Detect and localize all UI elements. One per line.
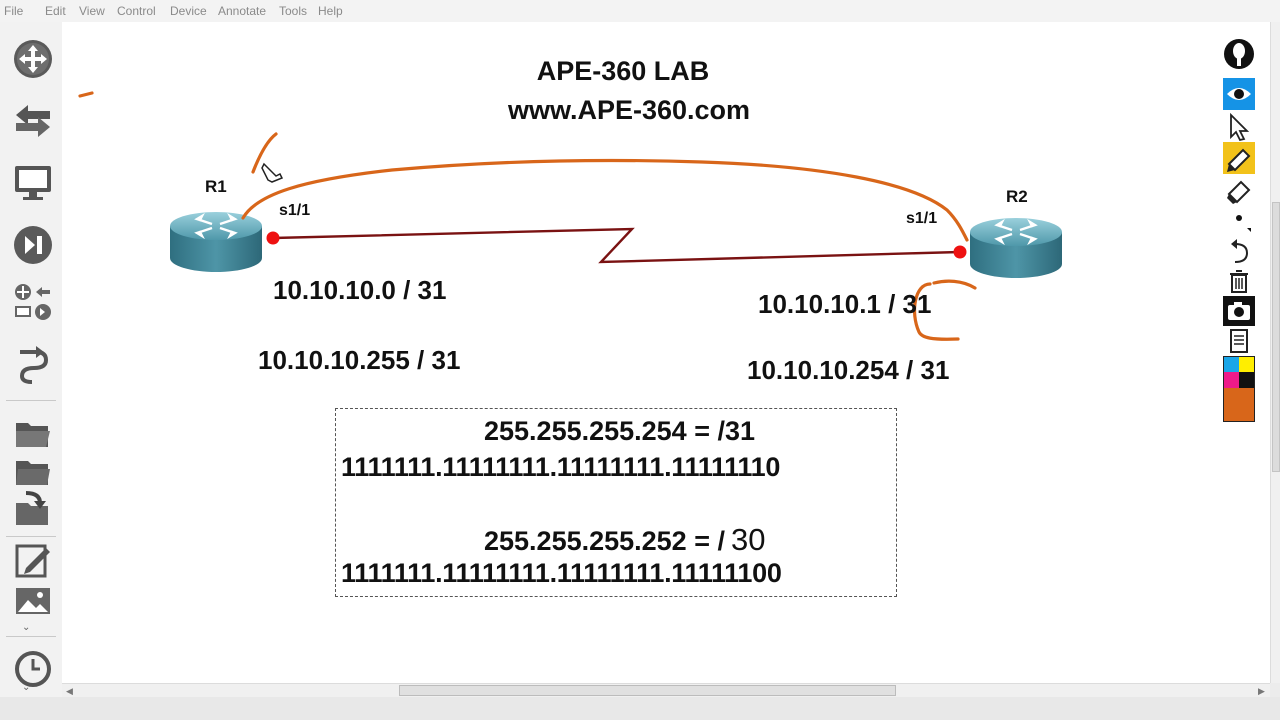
hand-cursor-icon (261, 162, 284, 183)
vertical-scrollbar[interactable] (1270, 22, 1280, 683)
r1-network-address: 10.10.10.0 / 31 (273, 275, 447, 305)
serial-link[interactable] (272, 227, 961, 264)
horizontal-scroll-thumb[interactable] (399, 685, 896, 696)
mask-31-binary: 1111111.11111111.11111111.11111110 (341, 452, 781, 482)
annotation-palette (1223, 36, 1255, 422)
router-r1-icon[interactable] (170, 212, 262, 272)
dot-size-icon[interactable] (1223, 206, 1255, 236)
edit-note-icon[interactable] (12, 540, 54, 582)
left-toolbar: ⌄ ⌄ (0, 22, 63, 700)
trash-icon[interactable] (1223, 266, 1255, 296)
subnet-mask-note[interactable]: 255.255.255.254 = /31 1111111.11111111.1… (335, 408, 897, 597)
mask-30-binary: 1111111.11111111.11111111.11111100 (341, 558, 782, 588)
save-folder-icon[interactable] (12, 489, 54, 531)
color-swatch-icon[interactable] (1223, 356, 1255, 422)
menu-annotate[interactable]: Annotate (218, 4, 266, 18)
monitor-icon[interactable] (12, 162, 54, 204)
r1-interface-label: s1/1 (279, 202, 311, 219)
lab-website: www.APE-360.com (507, 95, 751, 125)
scroll-left-arrow-icon[interactable]: ◀ (66, 686, 73, 697)
undo-icon[interactable] (1223, 236, 1255, 266)
swap-arrows-icon[interactable] (12, 100, 54, 142)
move-arrows-icon[interactable] (12, 38, 54, 80)
chevron-down-icon[interactable]: ⌄ (22, 622, 30, 633)
mask-31-line: 255.255.255.254 = /31 (484, 416, 756, 446)
menu-edit[interactable]: Edit (45, 4, 66, 18)
eye-icon[interactable] (1223, 78, 1255, 110)
menu-control[interactable]: Control (117, 4, 156, 18)
r2-broadcast-address: 10.10.10.254 / 31 (747, 355, 950, 385)
mask-30-line: 255.255.255.252 = /30 (484, 522, 765, 558)
mask-30-prefix: 255.255.255.252 = / (484, 526, 725, 556)
horizontal-scrollbar[interactable]: ◀ ▶ (62, 683, 1270, 697)
clock-icon[interactable] (12, 648, 54, 690)
r2-network-address: 10.10.10.1 / 31 (758, 289, 932, 319)
cursor-icon[interactable] (1223, 110, 1255, 142)
lab-title: APE-360 LAB (536, 56, 710, 86)
picture-icon[interactable] (12, 580, 54, 622)
router-r2-icon[interactable] (970, 218, 1062, 278)
menu-help[interactable]: Help (318, 4, 343, 18)
menu-file[interactable]: File (4, 4, 23, 18)
menu-tools[interactable]: Tools (279, 4, 307, 18)
r1-broadcast-address: 10.10.10.255 / 31 (258, 345, 461, 375)
router-r2-label: R2 (1006, 187, 1028, 206)
scroll-right-arrow-icon[interactable]: ▶ (1258, 686, 1265, 697)
curved-arrow-icon[interactable] (12, 344, 54, 386)
menu-device[interactable]: Device (170, 4, 207, 18)
r2-interface-label: s1/1 (906, 210, 938, 227)
camera-icon[interactable] (1223, 296, 1255, 326)
menu-view[interactable]: View (79, 4, 105, 18)
r1-interface-dot[interactable] (266, 231, 280, 245)
device-group-icon[interactable] (12, 282, 54, 324)
router-r1-label: R1 (205, 177, 227, 196)
open-folder-icon[interactable] (12, 413, 54, 455)
chevron-down-icon[interactable]: ⌄ (22, 682, 30, 693)
eraser-icon[interactable] (1223, 174, 1255, 206)
highlighter-icon[interactable] (1223, 142, 1255, 174)
vertical-scroll-thumb[interactable] (1272, 202, 1280, 472)
folder-icon[interactable] (12, 451, 54, 493)
mask-30-handwritten-value: 30 (730, 522, 766, 557)
pen-mode-icon[interactable] (1223, 36, 1255, 72)
play-pause-icon[interactable] (12, 224, 54, 266)
menu-bar: File Edit View Control Device Annotate T… (0, 0, 1280, 23)
r2-interface-dot[interactable] (953, 245, 967, 259)
status-bar (0, 697, 1280, 720)
document-icon[interactable] (1223, 326, 1255, 356)
